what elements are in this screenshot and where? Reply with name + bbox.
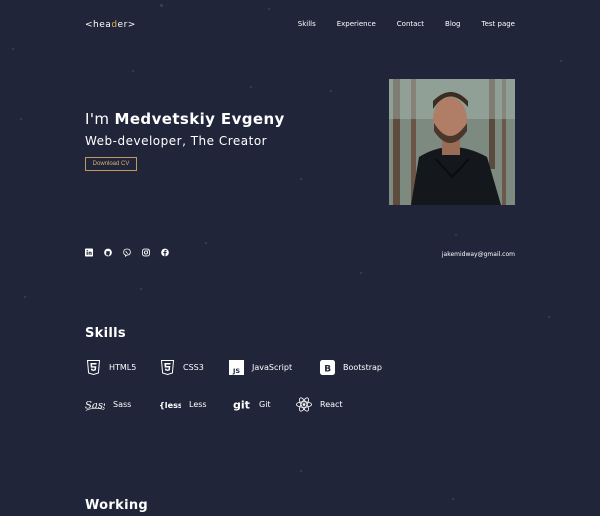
hero-subtitle: Web-developer, The Creator — [85, 134, 268, 148]
download-cv-button[interactable]: Download CV — [85, 157, 137, 171]
hero-title: I'm Medvetskiy Evgeny — [85, 110, 285, 128]
skill-label: CSS3 — [183, 362, 204, 372]
svg-text:B: B — [324, 364, 331, 374]
skill-label: React — [320, 399, 343, 409]
hero-name: Medvetskiy Evgeny — [114, 110, 285, 128]
css3-icon — [159, 359, 175, 375]
nav-test-page[interactable]: Test page — [482, 20, 516, 28]
javascript-icon: JS — [228, 359, 244, 375]
skill-bootstrap: B Bootstrap — [319, 359, 382, 375]
skill-label: Less — [189, 399, 207, 409]
github-icon[interactable] — [104, 248, 112, 256]
sass-icon: Sass — [85, 396, 105, 412]
profile-photo — [389, 79, 515, 205]
working-heading: Working — [85, 498, 148, 513]
nav-experience[interactable]: Experience — [337, 20, 376, 28]
less-icon: {less} — [159, 396, 181, 412]
skill-label: Sass — [113, 399, 132, 409]
facebook-icon[interactable] — [161, 248, 169, 256]
skill-label: Git — [259, 399, 271, 409]
skills-heading: Skills — [85, 326, 126, 341]
nav-contact[interactable]: Contact — [397, 20, 424, 28]
skill-label: JavaScript — [252, 362, 293, 372]
skill-javascript: JS JavaScript — [228, 359, 292, 375]
logo-bracket-open: < — [85, 20, 94, 30]
social-links — [85, 248, 169, 257]
html5-icon — [85, 359, 101, 375]
svg-text:{less}: {less} — [159, 399, 181, 409]
logo-text-end: er — [117, 20, 128, 30]
linkedin-icon[interactable] — [85, 248, 93, 256]
skill-css3: CSS3 — [159, 359, 204, 375]
react-icon — [296, 396, 312, 412]
logo-bracket-close: > — [127, 20, 136, 30]
nav-blog[interactable]: Blog — [445, 20, 460, 28]
svg-text:JS: JS — [232, 367, 240, 375]
svg-text:git: git — [233, 398, 250, 411]
main-nav: Skills Experience Contact Blog Test page — [298, 20, 515, 28]
contact-email[interactable]: jakemidway@gmail.com — [442, 251, 515, 258]
skill-react: React — [296, 396, 343, 412]
logo-text-start: hea — [93, 20, 112, 30]
skill-label: Bootstrap — [343, 362, 382, 372]
skill-html5: HTML5 — [85, 359, 136, 375]
svg-text:Sass: Sass — [85, 400, 105, 411]
git-icon: git — [233, 396, 251, 412]
site-logo[interactable]: <header> — [85, 20, 136, 30]
hero-title-prefix: I'm — [85, 110, 110, 128]
skill-sass: Sass Sass — [85, 396, 131, 412]
skill-git: git Git — [233, 396, 271, 412]
nav-skills[interactable]: Skills — [298, 20, 316, 28]
skill-label: HTML5 — [109, 362, 137, 372]
bootstrap-icon: B — [319, 359, 335, 375]
viber-icon[interactable] — [123, 248, 131, 257]
skill-less: {less} Less — [159, 396, 207, 412]
instagram-icon[interactable] — [142, 248, 150, 256]
